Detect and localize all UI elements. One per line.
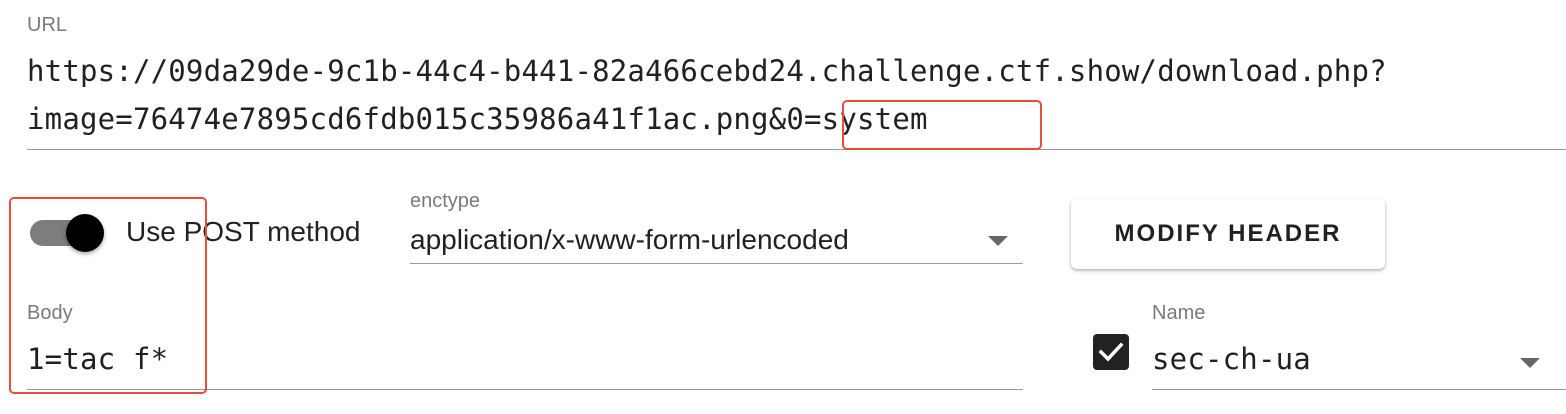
url-label: URL <box>27 14 68 36</box>
chevron-down-icon <box>988 236 1008 246</box>
check-icon <box>1098 342 1124 362</box>
highlight-box-post <box>9 197 207 394</box>
enctype-value: application/x-www-form-urlencoded <box>410 224 849 255</box>
header-name-select[interactable]: sec-ch-ua <box>1152 338 1566 388</box>
enctype-select[interactable]: application/x-www-form-urlencoded <box>410 222 1023 262</box>
header-enable-checkbox[interactable] <box>1093 334 1129 370</box>
enctype-label: enctype <box>410 190 481 212</box>
header-name-value: sec-ch-ua <box>1152 342 1311 376</box>
highlight-box-url <box>842 100 1042 150</box>
url-line-1: https://09da29de-9c1b-44c4-b441-82a466ce… <box>27 54 1387 88</box>
chevron-down-icon <box>1520 358 1540 368</box>
url-underline <box>27 149 1566 150</box>
url-query-image: image=76474e7895cd6fdb015c35986a41f1ac.p… <box>27 102 769 136</box>
url-input[interactable]: https://09da29de-9c1b-44c4-b441-82a466ce… <box>27 52 1566 150</box>
enctype-underline <box>410 263 1023 264</box>
modify-header-button[interactable]: MODIFY HEADER <box>1071 199 1385 269</box>
header-name-label: Name <box>1152 302 1206 324</box>
url-line-2: image=76474e7895cd6fdb015c35986a41f1ac.p… <box>27 102 928 136</box>
header-name-underline <box>1152 389 1566 390</box>
